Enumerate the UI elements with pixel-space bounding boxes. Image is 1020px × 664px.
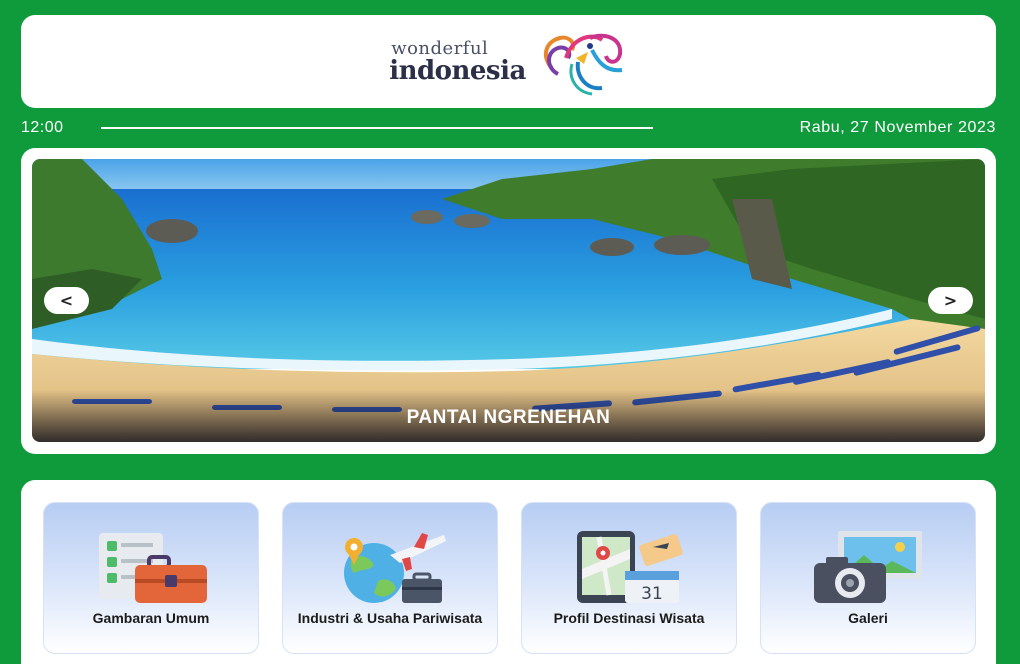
logo-wordmark-small: wonderful: [391, 37, 489, 59]
menu-item-profil-destinasi[interactable]: 31 Profil Destinasi Wisata: [521, 502, 737, 654]
carousel-card: < > PANTAI NGRENEHAN: [21, 148, 996, 454]
slide-caption: PANTAI NGRENEHAN: [32, 390, 985, 442]
clock-time: 12:00: [21, 119, 64, 136]
clipboard-briefcase-icon: [99, 533, 207, 603]
menu-item-label: Gambaran Umum: [92, 610, 210, 626]
current-date: Rabu, 27 November 2023: [799, 119, 996, 136]
garuda-logo-icon: [543, 33, 623, 95]
time-date-bar: 12:00 Rabu, 27 November 2023: [21, 117, 996, 139]
phone-map-calendar-icon: 31: [577, 531, 683, 604]
calendar-day: 31: [641, 584, 663, 604]
globe-airplane-icon: [344, 533, 446, 603]
menu-item-label: Profil Destinasi Wisata: [553, 610, 705, 626]
timeline-divider: [101, 127, 653, 129]
menu-card: Gambaran Umum Industri & Usaha Pariwisat…: [21, 480, 996, 664]
carousel-next-button[interactable]: >: [928, 287, 973, 314]
carousel-prev-button[interactable]: <: [44, 287, 89, 314]
wonderful-indonesia-logo: wonderful indonesia: [389, 28, 628, 96]
logo-wordmark-big: indonesia: [389, 55, 526, 86]
menu-item-galeri[interactable]: Galeri: [760, 502, 976, 654]
header: wonderful indonesia: [21, 15, 996, 108]
menu-item-label: Galeri: [848, 610, 888, 626]
menu-item-industri-usaha[interactable]: Industri & Usaha Pariwisata: [282, 502, 498, 654]
carousel-slide[interactable]: < > PANTAI NGRENEHAN: [32, 159, 985, 442]
camera-picture-icon: [814, 531, 922, 603]
menu-item-gambaran-umum[interactable]: Gambaran Umum: [43, 502, 259, 654]
menu-item-label: Industri & Usaha Pariwisata: [297, 610, 483, 626]
